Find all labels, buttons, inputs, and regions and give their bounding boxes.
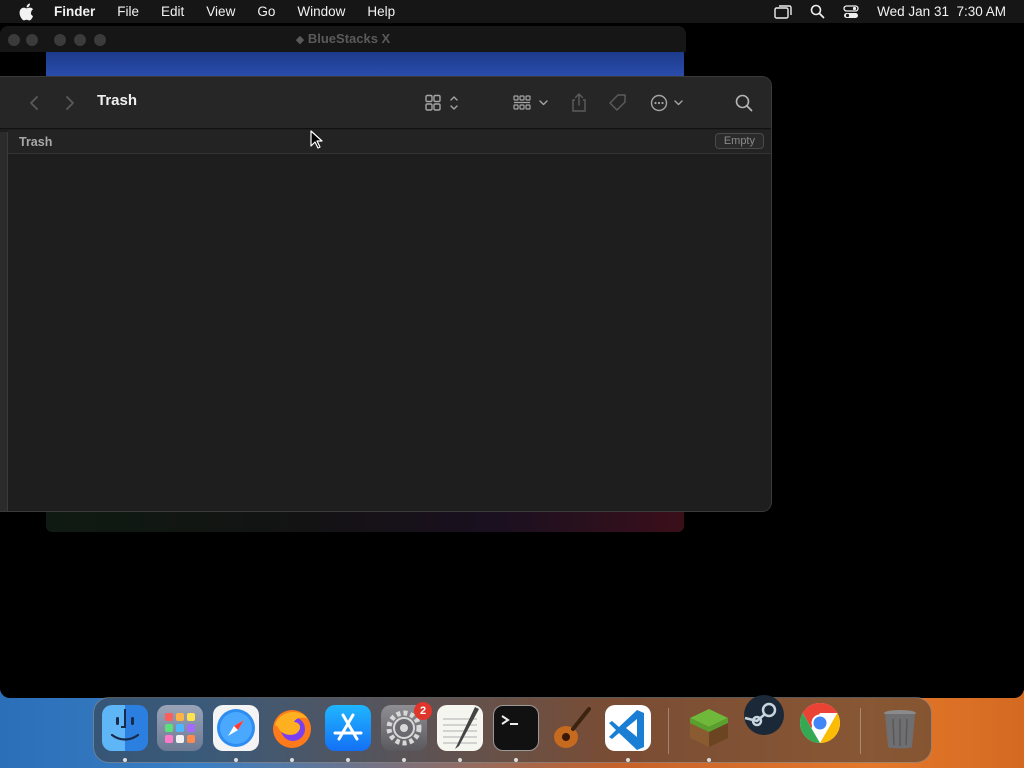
running-indicator <box>458 758 462 762</box>
firefox-logo-icon <box>273 710 311 748</box>
chevron-right-icon <box>66 96 74 110</box>
finder-face-icon <box>110 709 140 741</box>
menu-app-name[interactable]: Finder <box>52 4 106 19</box>
menu-file[interactable]: File <box>106 4 150 19</box>
steam-logo-icon <box>744 695 784 735</box>
view-mode-button[interactable] <box>425 91 461 115</box>
dock-separator <box>860 708 861 754</box>
empty-trash-button[interactable]: Empty <box>714 133 764 149</box>
menu-help[interactable]: Help <box>356 4 406 19</box>
dock-minecraft-icon[interactable] <box>686 705 732 751</box>
menu-bar: Finder File Edit View Go Window Help Wed… <box>0 0 1024 23</box>
sidebar-collapsed-edge[interactable] <box>0 132 8 511</box>
bluestacks-logo-icon: ◆ <box>295 34 305 46</box>
running-indicator <box>123 758 127 762</box>
dock-vscode-icon[interactable] <box>605 705 651 751</box>
dock: 2 <box>93 695 932 763</box>
bluestacks-content-top <box>46 52 684 76</box>
action-menu-button[interactable] <box>650 91 686 115</box>
apple-menu-icon[interactable] <box>0 2 52 20</box>
screen-mirroring-icon[interactable] <box>774 4 792 19</box>
dock-separator <box>668 708 669 754</box>
menu-window[interactable]: Window <box>286 4 356 19</box>
tag-icon <box>609 94 626 111</box>
mouse-cursor-icon <box>310 130 323 149</box>
running-indicator <box>346 758 350 762</box>
running-indicator <box>290 758 294 762</box>
textedit-page-icon <box>443 707 479 749</box>
bluestacks-window-title: ◆ BlueStacks X <box>0 26 686 52</box>
menu-edit[interactable]: Edit <box>150 4 195 19</box>
chevron-left-icon <box>30 96 38 110</box>
dock-garageband-icon[interactable] <box>549 705 595 751</box>
running-indicator <box>626 758 630 762</box>
search-button[interactable] <box>735 91 753 115</box>
running-indicator <box>707 758 711 762</box>
trash-header-bar: Trash Empty <box>8 130 771 154</box>
terminal-prompt-icon <box>501 715 518 725</box>
finder-toolbar: Trash <box>0 77 771 129</box>
bluestacks-window-titlebar[interactable]: ◆ BlueStacks X <box>0 26 686 52</box>
share-icon <box>572 93 586 112</box>
app-store-a-icon <box>333 713 363 741</box>
dock-launchpad-icon[interactable] <box>157 705 203 751</box>
dock-app-store-icon[interactable] <box>325 705 371 751</box>
trash-can-icon <box>884 710 916 749</box>
menu-go[interactable]: Go <box>246 4 286 19</box>
group-grid-icon <box>513 95 548 110</box>
search-icon <box>735 94 753 112</box>
apple-logo-icon <box>19 3 34 20</box>
running-indicator <box>514 758 518 762</box>
dock-steam-icon[interactable] <box>741 692 787 738</box>
share-button[interactable] <box>570 91 588 115</box>
launchpad-grid-icon <box>165 713 195 743</box>
window-title: Trash <box>97 92 138 109</box>
dock-safari-icon[interactable] <box>213 705 259 751</box>
trash-header-label: Trash <box>19 135 53 149</box>
guitar-icon <box>554 707 591 748</box>
dock-terminal-icon[interactable] <box>493 705 539 751</box>
vscode-logo-icon <box>609 710 644 750</box>
dock-finder-icon[interactable] <box>102 705 148 751</box>
running-indicator <box>402 758 406 762</box>
finder-window: Trash Trash Empty <box>0 76 772 512</box>
dock-textedit-icon[interactable] <box>437 705 483 751</box>
dock-trash-icon[interactable] <box>877 705 923 751</box>
tags-button[interactable] <box>607 91 629 115</box>
dock-firefox-icon[interactable] <box>269 705 315 751</box>
bluestacks-content-bottom <box>46 510 684 532</box>
forward-button[interactable] <box>64 91 76 115</box>
grass-block-icon <box>690 709 728 747</box>
notification-badge: 2 <box>414 702 432 720</box>
file-list-area[interactable] <box>9 154 771 511</box>
dock-chrome-icon[interactable] <box>797 700 843 746</box>
safari-compass-icon <box>217 709 255 747</box>
chrome-logo-icon <box>800 703 840 743</box>
control-center-icon[interactable] <box>843 4 859 19</box>
ellipsis-circle-icon <box>650 94 683 112</box>
menu-view[interactable]: View <box>195 4 246 19</box>
back-button[interactable] <box>28 91 40 115</box>
icon-view-grid-icon <box>425 94 458 111</box>
running-indicator <box>234 758 238 762</box>
group-by-button[interactable] <box>513 91 551 115</box>
spotlight-search-icon[interactable] <box>810 4 825 19</box>
menu-clock[interactable]: Wed Jan 31 7:30 AM <box>877 4 1006 19</box>
bluestacks-title-text: BlueStacks X <box>307 31 391 46</box>
